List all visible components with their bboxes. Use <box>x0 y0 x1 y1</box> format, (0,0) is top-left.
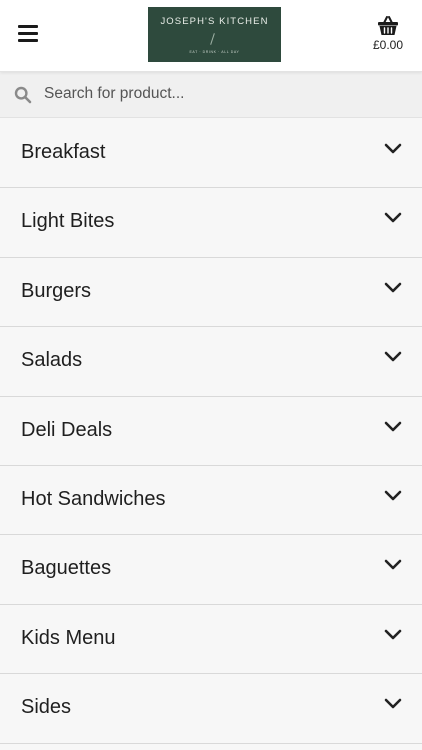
chevron-down-icon <box>384 143 402 154</box>
category-burgers[interactable]: Burgers <box>0 257 422 328</box>
chevron-down-icon <box>384 629 402 640</box>
chevron-down-icon <box>384 698 402 709</box>
category-hot-sandwiches[interactable]: Hot Sandwiches <box>0 465 422 536</box>
category-breakfast[interactable]: Breakfast <box>0 119 422 189</box>
menu-bar <box>18 25 38 28</box>
chevron-down-icon <box>384 490 402 501</box>
logo-name: JOSEPH'S KITCHEN <box>160 16 269 27</box>
cart-button[interactable]: £0.00 <box>368 16 408 52</box>
logo-tagline: EAT · DRINK · ALL DAY <box>189 50 240 54</box>
category-label: Breakfast <box>21 141 106 163</box>
category-label: Burgers <box>21 279 92 302</box>
category-label: Baguettes <box>21 557 112 580</box>
basket-icon <box>378 16 398 35</box>
search-bar <box>0 72 422 118</box>
category-salads[interactable]: Salads <box>0 327 422 397</box>
category-label: Light Bites <box>21 210 115 233</box>
category-label: Hot Sandwiches <box>21 487 166 510</box>
brand-logo[interactable]: JOSEPH'S KITCHEN EAT · DRINK · ALL DAY <box>148 7 281 62</box>
category-baguettes[interactable]: Baguettes <box>0 535 422 605</box>
category-label: Kids Menu <box>21 626 116 649</box>
search-icon <box>14 86 32 104</box>
top-header: JOSEPH'S KITCHEN EAT · DRINK · ALL DAY £… <box>0 0 422 72</box>
category-deli-deals[interactable]: Deli Deals <box>0 396 422 466</box>
category-kids-menu[interactable]: Kids Menu <box>0 604 422 675</box>
chevron-down-icon <box>384 213 402 223</box>
category-light-bites[interactable]: Light Bites <box>0 188 422 258</box>
category-label: Salads <box>21 349 83 372</box>
chevron-down-icon <box>384 560 402 570</box>
cart-total: £0.00 <box>372 38 404 52</box>
chevron-down-icon <box>384 421 402 431</box>
menu-bar <box>18 32 38 35</box>
category-sides[interactable]: Sides <box>0 674 422 744</box>
chevron-down-icon <box>384 351 402 362</box>
category-list: Breakfast Light Bites Burgers Salads Del… <box>0 119 422 744</box>
search-input[interactable] <box>44 72 404 116</box>
logo-mark <box>210 33 215 45</box>
chevron-down-icon <box>384 282 402 293</box>
category-label: Sides <box>21 696 72 719</box>
menu-bar <box>18 39 38 42</box>
hamburger-menu-icon[interactable] <box>16 22 40 46</box>
category-label: Deli Deals <box>21 418 113 441</box>
